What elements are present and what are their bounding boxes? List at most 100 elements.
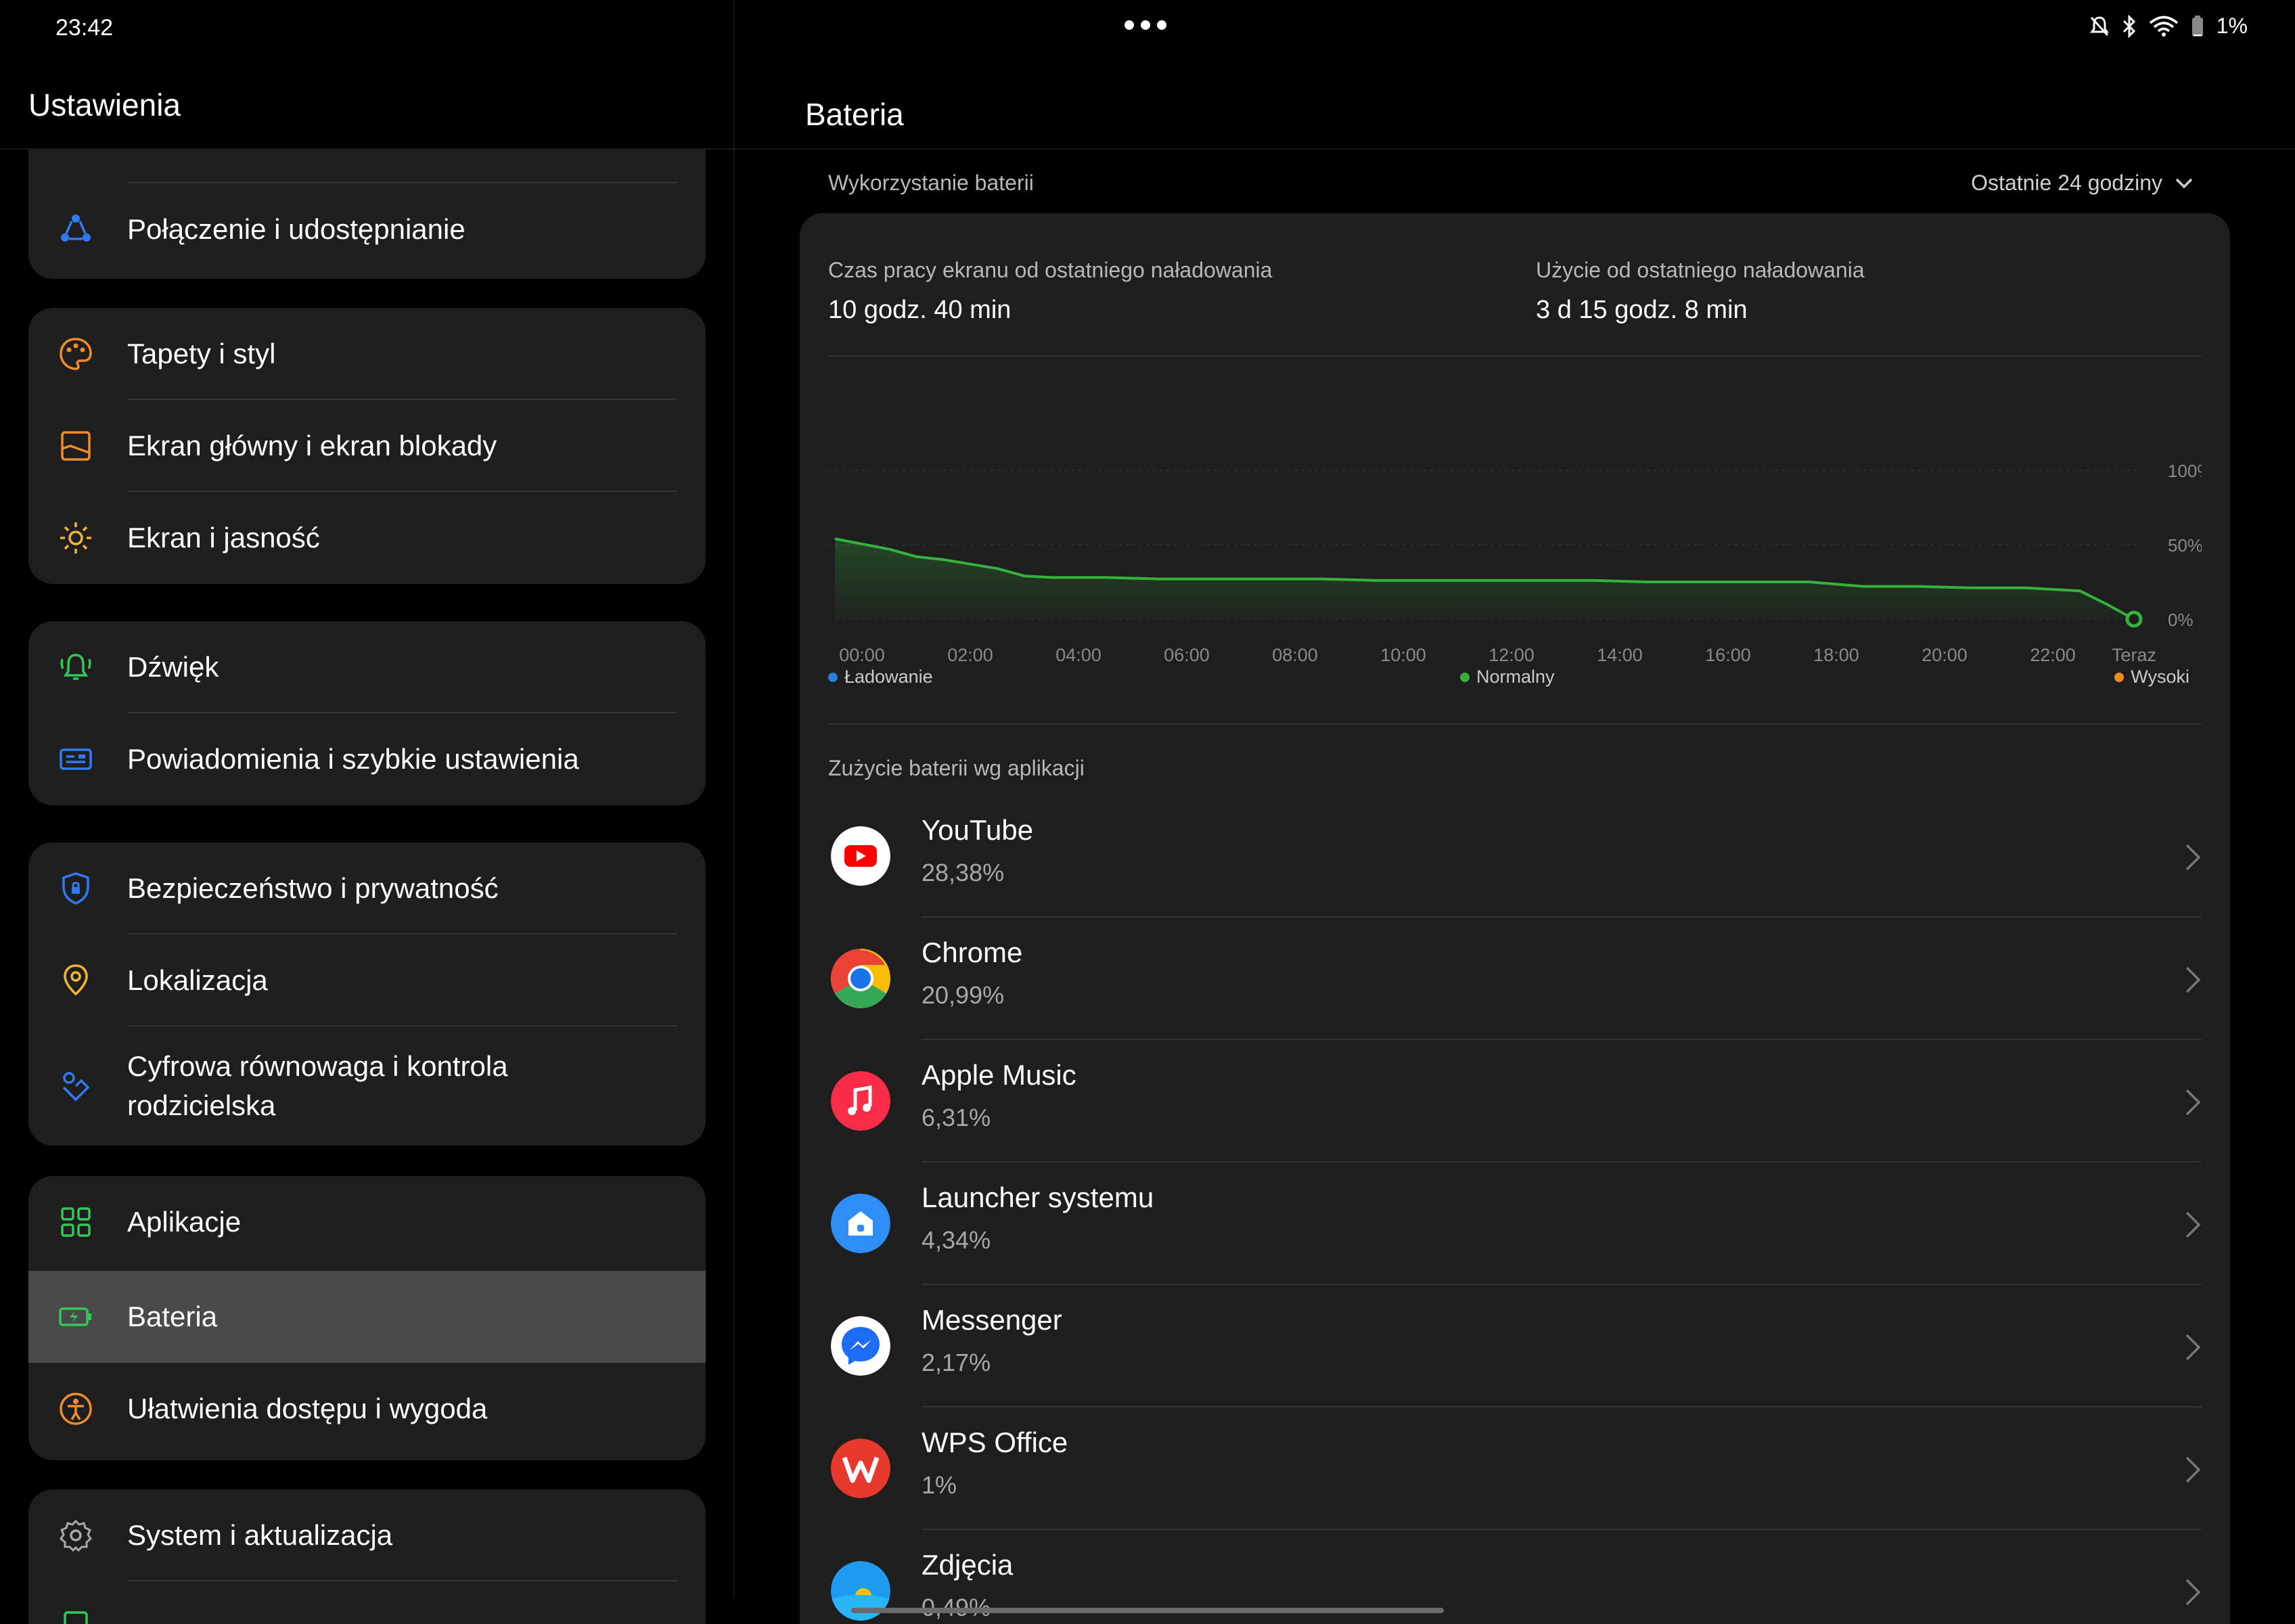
launcher-icon bbox=[831, 1194, 890, 1253]
settings-item-label: Powiadomienia i szybkie ustawienia bbox=[127, 743, 579, 775]
chevron-right-icon bbox=[2185, 1579, 2201, 1606]
settings-item-home-lock[interactable]: Ekran główny i ekran blokady bbox=[28, 400, 706, 492]
y-tick-label: 0% bbox=[2168, 610, 2194, 630]
x-tick-label: 14:00 bbox=[1597, 645, 1643, 665]
messenger-icon bbox=[831, 1316, 890, 1376]
home-screen-icon bbox=[61, 431, 91, 461]
youtube-icon bbox=[831, 826, 890, 886]
legend-dot bbox=[2114, 672, 2124, 682]
x-tick-label: 06:00 bbox=[1164, 645, 1210, 665]
settings-item-sound[interactable]: Dźwięk bbox=[28, 621, 706, 713]
chevron-right-icon bbox=[2185, 1089, 2201, 1116]
settings-card-connection: Połączenie i udostępnianie bbox=[28, 150, 706, 279]
notification-panel-icon bbox=[60, 748, 92, 770]
settings-item-label: Bateria bbox=[127, 1301, 218, 1332]
app-name: Chrome bbox=[922, 937, 1023, 968]
x-tick-label: 20:00 bbox=[1922, 645, 1968, 665]
y-tick-label: 100% bbox=[2168, 461, 2202, 481]
location-pin-icon bbox=[64, 964, 88, 996]
home-indicator[interactable] bbox=[851, 1608, 1444, 1613]
app-row-chrome[interactable]: Chrome 20,99% bbox=[800, 918, 2230, 1040]
chrome-icon bbox=[831, 949, 890, 1008]
settings-item-location[interactable]: Lokalizacja bbox=[28, 934, 706, 1027]
settings-item-label: Ekran i jasność bbox=[127, 522, 320, 554]
x-tick-label: 16:00 bbox=[1705, 645, 1751, 665]
app-name: WPS Office bbox=[922, 1426, 1068, 1458]
battery-low-icon bbox=[2191, 15, 2203, 37]
settings-item-label: Aplikacje bbox=[127, 1206, 242, 1238]
chevron-right-icon bbox=[2185, 1334, 2201, 1361]
gear-icon bbox=[60, 1519, 92, 1552]
app-percent: 2,17% bbox=[922, 1349, 991, 1376]
x-tick-label: 02:00 bbox=[947, 645, 993, 665]
legend-label: Wysoki bbox=[2131, 667, 2189, 687]
settings-item-accessibility[interactable]: Ułatwienia dostępu i wygoda bbox=[28, 1363, 706, 1455]
bluetooth-icon bbox=[2122, 14, 2135, 38]
settings-item-brightness[interactable]: Ekran i jasność bbox=[28, 492, 706, 584]
app-name: Zdjęcia bbox=[922, 1549, 1014, 1581]
app-name: Launcher systemu bbox=[922, 1181, 1154, 1213]
app-row-launcher[interactable]: Launcher systemu 4,34% bbox=[800, 1163, 2230, 1285]
more-dots-icon[interactable] bbox=[1124, 20, 1166, 30]
status-time: 23:42 bbox=[55, 15, 114, 41]
x-tick-label: 04:00 bbox=[1055, 645, 1101, 665]
settings-item-wallpaper[interactable]: Tapety i styl bbox=[28, 308, 706, 400]
settings-item-label: Ułatwienia dostępu i wygoda bbox=[127, 1393, 488, 1424]
chevron-right-icon bbox=[2185, 1211, 2201, 1238]
app-name: YouTube bbox=[922, 814, 1034, 846]
bell-ring-icon bbox=[60, 654, 91, 680]
x-tick-label: 12:00 bbox=[1489, 645, 1535, 665]
wifi-icon bbox=[2149, 16, 2178, 37]
legend-label: Normalny bbox=[1476, 667, 1555, 687]
app-row-apple-music[interactable]: Apple Music 6,31% bbox=[800, 1040, 2230, 1163]
partial-hidden-icon bbox=[64, 1611, 88, 1624]
apple-music-icon bbox=[831, 1071, 890, 1131]
legend-dot bbox=[828, 672, 838, 682]
x-tick-label: 08:00 bbox=[1272, 645, 1318, 665]
settings-item-security[interactable]: Bezpieczeństwo i prywatność bbox=[28, 842, 706, 934]
card-separator bbox=[828, 355, 2202, 357]
battery-area bbox=[835, 539, 2134, 619]
screen-time-value: 10 godz. 40 min bbox=[828, 296, 1012, 324]
apps-grid-icon bbox=[61, 1207, 91, 1237]
settings-item-hidden-top[interactable] bbox=[28, 150, 706, 183]
settings-title: Ustawienia bbox=[28, 87, 181, 122]
app-percent: 1% bbox=[922, 1471, 957, 1499]
settings-item-system[interactable]: System i aktualizacja bbox=[28, 1489, 706, 1581]
settings-item-battery[interactable]: Bateria bbox=[28, 1271, 706, 1363]
usage-section-title: Wykorzystanie baterii bbox=[828, 171, 1034, 195]
x-tick-label: 00:00 bbox=[839, 645, 885, 665]
settings-item-label: Tapety i styl bbox=[127, 338, 276, 369]
period-dropdown[interactable]: Ostatnie 24 godziny bbox=[1971, 171, 2194, 196]
legend-label: Ładowanie bbox=[844, 667, 933, 687]
sun-icon bbox=[60, 522, 91, 554]
apps-section-title: Zużycie baterii wg aplikacji bbox=[828, 756, 1085, 780]
battery-usage-card: Czas pracy ekranu od ostatniego naładowa… bbox=[800, 213, 2230, 1624]
legend-high: Wysoki bbox=[2114, 667, 2189, 687]
battery-percent: 1% bbox=[2216, 14, 2248, 38]
settings-item-hidden-bottom[interactable] bbox=[28, 1581, 706, 1624]
app-row-messenger[interactable]: Messenger 2,17% bbox=[800, 1285, 2230, 1407]
settings-item-apps[interactable]: Aplikacje bbox=[28, 1176, 706, 1268]
settings-item-connection[interactable]: Połączenie i udostępnianie bbox=[28, 183, 706, 275]
settings-item-label: Cyfrowa równowaga i kontrola rodzicielsk… bbox=[127, 1050, 508, 1121]
wellbeing-icon bbox=[62, 1072, 90, 1102]
current-level-marker bbox=[2125, 610, 2143, 628]
settings-item-label: Dźwięk bbox=[127, 651, 219, 683]
settings-list[interactable]: Połączenie i udostępnianie Tapety i styl… bbox=[0, 150, 733, 1624]
y-tick-label: 50% bbox=[2168, 535, 2202, 556]
wps-office-icon bbox=[831, 1439, 890, 1498]
settings-card-display: Tapety i styl Ekran główny i ekran bloka… bbox=[28, 308, 706, 584]
app-row-wps-office[interactable]: WPS Office 1% bbox=[800, 1407, 2230, 1530]
settings-item-notifications[interactable]: Powiadomienia i szybkie ustawienia bbox=[28, 713, 706, 805]
shield-icon bbox=[62, 872, 89, 905]
app-name: Messenger bbox=[922, 1304, 1062, 1336]
app-percent: 4,34% bbox=[922, 1226, 991, 1254]
chevron-right-icon bbox=[2185, 844, 2201, 871]
app-row-youtube[interactable]: YouTube 28,38% bbox=[800, 795, 2230, 918]
settings-card-security: Bezpieczeństwo i prywatność Lokalizacja … bbox=[28, 842, 706, 1146]
usage-value: 3 d 15 godz. 8 min bbox=[1536, 296, 1748, 324]
settings-item-wellbeing[interactable]: Cyfrowa równowaga i kontrola rodzicielsk… bbox=[28, 1027, 706, 1146]
app-percent: 28,38% bbox=[922, 859, 1005, 886]
app-percent: 6,31% bbox=[922, 1104, 991, 1131]
